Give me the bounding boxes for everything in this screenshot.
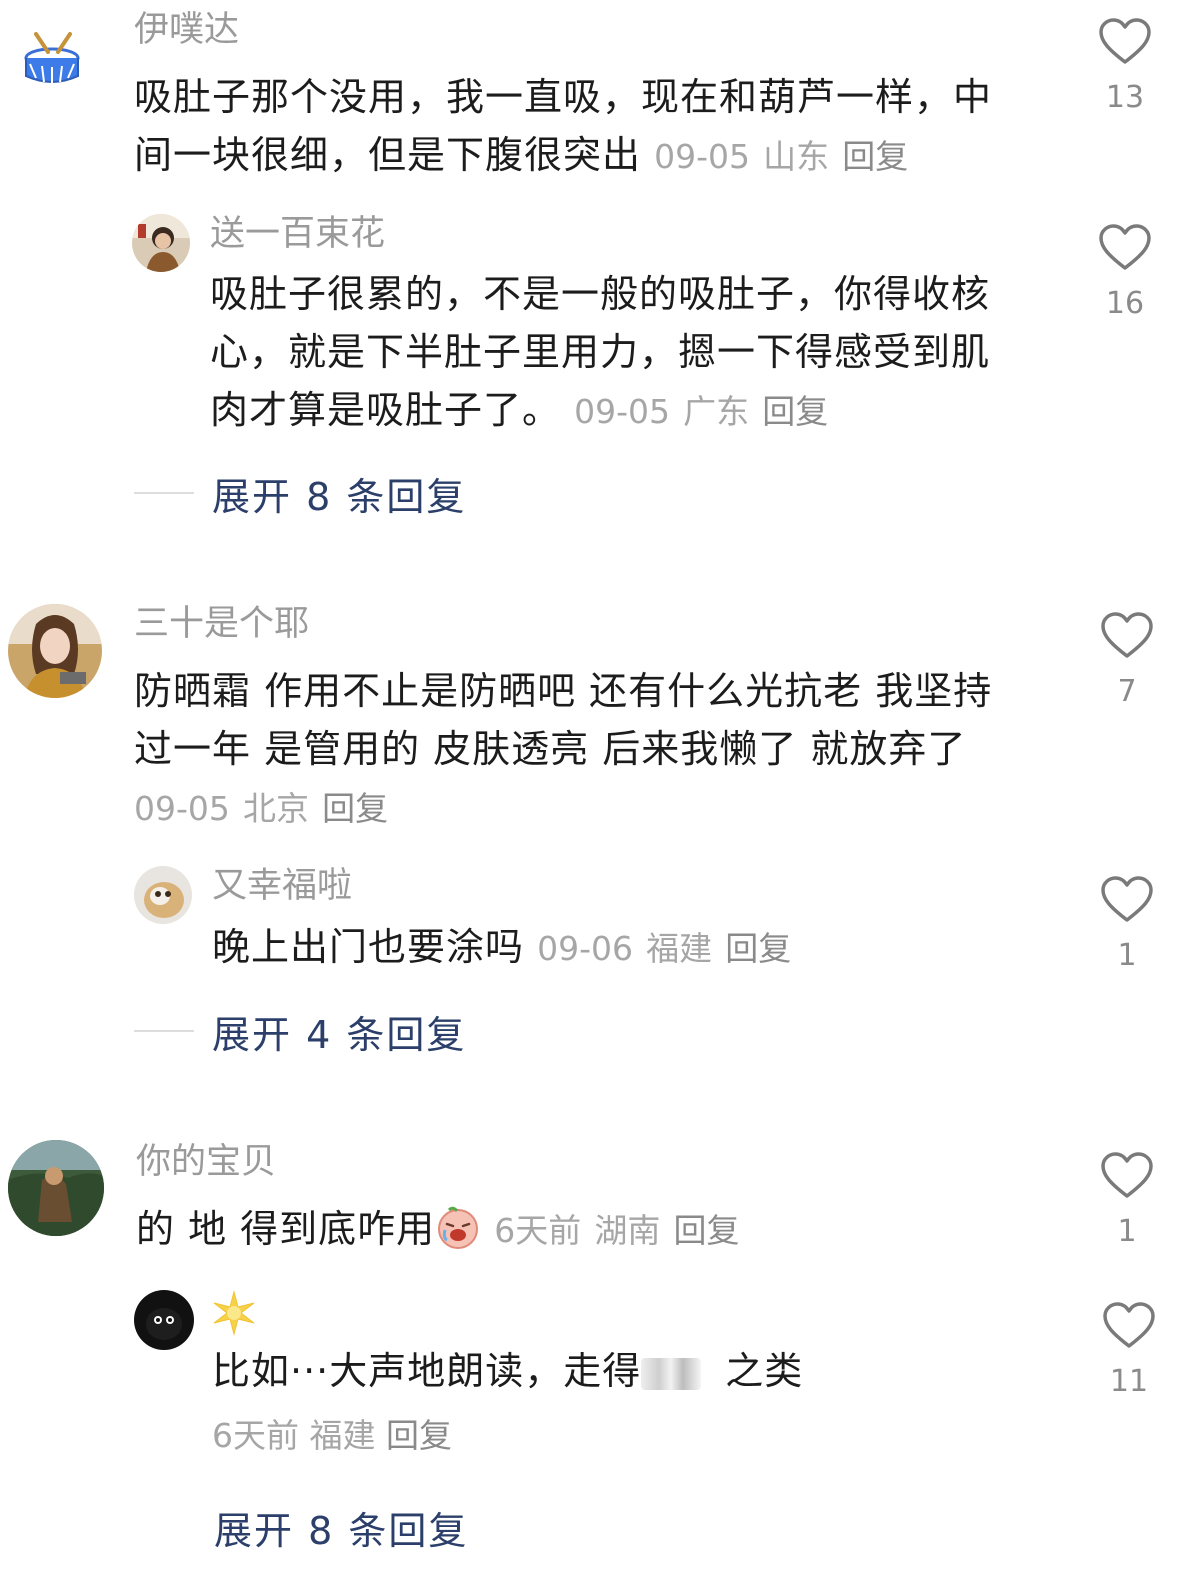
avatar-photo	[8, 604, 102, 698]
heart-outline-icon	[1099, 18, 1151, 64]
reply-body: 晚上出门也要涂吗	[212, 925, 525, 969]
avatar[interactable]	[132, 214, 190, 272]
like-button[interactable]: 1	[1092, 1152, 1162, 1250]
like-button[interactable]: 13	[1090, 18, 1160, 116]
expand-replies-button[interactable]: 展开 8 条回复	[134, 468, 467, 519]
reply-text: 吸肚子很累的，不是一般的吸肚子，你得收核心，就是下半肚子里用力，摁一下得感受到肌…	[210, 265, 1020, 441]
divider-line	[134, 492, 194, 494]
reply-location: 福建	[646, 929, 713, 968]
avatar-photo	[8, 1140, 104, 1236]
comment-location: 湖南	[594, 1211, 661, 1250]
reply-button[interactable]: 回复	[673, 1211, 739, 1250]
reply-button[interactable]: 回复	[725, 929, 791, 968]
username[interactable]: 送一百束花	[210, 212, 385, 256]
sparkle-icon[interactable]	[210, 1290, 258, 1340]
reply-date: 09-05	[574, 392, 670, 431]
comment-location: 北京	[242, 789, 309, 828]
like-button[interactable]: 1	[1092, 876, 1162, 974]
heart-outline-icon	[1103, 1302, 1155, 1348]
like-button[interactable]: 7	[1092, 612, 1162, 710]
expand-replies-label: 展开 8 条回复	[212, 474, 467, 519]
avatar[interactable]	[134, 866, 192, 924]
reply-button[interactable]: 回复	[842, 137, 908, 176]
comment-date: 6天前	[494, 1211, 582, 1250]
like-count: 7	[1117, 674, 1137, 709]
like-button[interactable]: 16	[1090, 224, 1160, 322]
username[interactable]: 伊噗达	[134, 8, 239, 52]
username[interactable]: 又幸福啦	[212, 864, 352, 908]
reply-text: 晚上出门也要涂吗 09-06 福建 回复	[212, 918, 1022, 978]
reply-date: 09-06	[537, 929, 633, 968]
comment-date: 09-05	[134, 789, 230, 828]
reply-text: 比如···大声地朗读，走得 之类	[212, 1342, 1032, 1400]
reply-button[interactable]: 回复	[762, 392, 828, 431]
reply-button[interactable]: 回复	[322, 789, 388, 828]
avatar-photo	[134, 1290, 194, 1350]
like-count: 1	[1117, 938, 1137, 973]
reply-date: 6天前	[212, 1416, 299, 1455]
comment-date: 09-05	[654, 137, 750, 176]
expand-replies-label: 展开 4 条回复	[212, 1012, 467, 1057]
avatar[interactable]	[22, 30, 82, 90]
like-count: 1	[1117, 1214, 1137, 1249]
expand-replies-button[interactable]: 展开 4 条回复	[134, 1006, 467, 1057]
comment-location: 山东	[763, 137, 830, 176]
avatar-photo	[132, 214, 190, 272]
avatar[interactable]	[8, 604, 102, 698]
heart-outline-icon	[1099, 224, 1151, 270]
username[interactable]: 三十是个耶	[134, 602, 309, 646]
like-count: 13	[1105, 80, 1145, 115]
avatar[interactable]	[8, 1140, 104, 1236]
comment-text: 防晒霜 作用不止是防晒吧 还有什么光抗老 我坚持过一年 是管用的 皮肤透亮 后来…	[134, 662, 1024, 838]
reply-body: 比如···大声地朗读，走得	[212, 1349, 642, 1393]
divider-line	[134, 1030, 194, 1032]
heart-outline-icon	[1101, 612, 1153, 658]
drum-icon	[24, 32, 80, 83]
comment-body: 的 地 得到底咋用	[136, 1207, 436, 1251]
comment-text: 吸肚子那个没用，我一直吸，现在和葫芦一样，中间一块很细，但是下腹很突出 09-0…	[134, 68, 1014, 186]
reply-location: 广东	[683, 392, 750, 431]
reply-button[interactable]: 回复	[386, 1416, 452, 1455]
like-count: 11	[1109, 1364, 1149, 1399]
heart-outline-icon	[1101, 876, 1153, 922]
comment-text: 的 地 得到底咋用 6天前 湖南 回复	[136, 1200, 1036, 1266]
blurred-text-image	[641, 1357, 702, 1390]
crying-face-emoji-icon	[435, 1204, 481, 1266]
avatar-photo	[134, 866, 192, 924]
reply-body-end: 之类	[725, 1349, 804, 1393]
expand-replies-label: 展开 8 条回复	[214, 1508, 469, 1553]
like-count: 16	[1105, 286, 1145, 321]
heart-outline-icon	[1101, 1152, 1153, 1198]
expand-replies-button[interactable]: 展开 8 条回复	[214, 1502, 469, 1553]
reply-meta: 6天前 福建 回复	[212, 1414, 452, 1458]
reply-location: 福建	[309, 1416, 376, 1455]
comment-body: 防晒霜 作用不止是防晒吧 还有什么光抗老 我坚持过一年 是管用的 皮肤透亮 后来…	[134, 669, 993, 771]
username[interactable]: 你的宝贝	[136, 1140, 276, 1184]
like-button[interactable]: 11	[1094, 1302, 1164, 1400]
avatar[interactable]	[134, 1290, 194, 1350]
